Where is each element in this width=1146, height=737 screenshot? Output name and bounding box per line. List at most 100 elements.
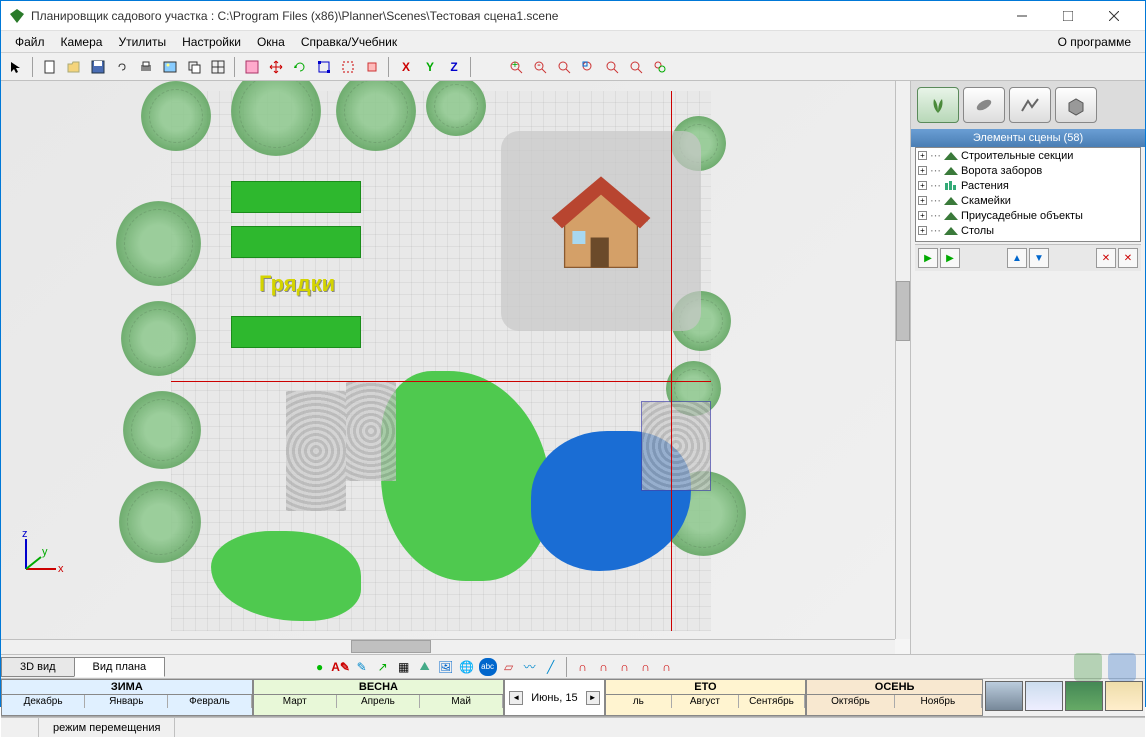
category-tools-tab[interactable] bbox=[963, 87, 1005, 123]
tree-item[interactable]: +⋯Ворота заборов bbox=[916, 163, 1140, 178]
zoom-selected-icon[interactable] bbox=[625, 56, 647, 78]
print-icon[interactable] bbox=[135, 56, 157, 78]
zoom-in-icon[interactable]: + bbox=[505, 56, 527, 78]
season-autumn[interactable]: ОСЕНЬ Октябрь Ноябрь bbox=[806, 679, 983, 716]
rotate-icon[interactable] bbox=[289, 56, 311, 78]
minimize-button[interactable] bbox=[999, 1, 1045, 31]
path-object[interactable] bbox=[286, 391, 346, 511]
link-icon[interactable] bbox=[111, 56, 133, 78]
abc-icon[interactable]: abc bbox=[479, 658, 497, 676]
garden-bed[interactable] bbox=[231, 226, 361, 258]
tree-item[interactable]: +⋯Строительные секции bbox=[916, 148, 1140, 163]
scale-icon[interactable] bbox=[313, 56, 335, 78]
menu-help[interactable]: Справка/Учебник bbox=[293, 32, 405, 52]
garden-bed[interactable] bbox=[231, 316, 361, 348]
grid-icon[interactable] bbox=[207, 56, 229, 78]
tree-item[interactable]: +⋯Растения bbox=[916, 178, 1140, 193]
curve-icon[interactable]: 〰 bbox=[521, 658, 539, 676]
menu-camera[interactable]: Камера bbox=[53, 32, 111, 52]
date-prev-button[interactable]: ◄ bbox=[509, 691, 523, 705]
horizontal-scrollbar[interactable] bbox=[1, 639, 895, 654]
menu-about[interactable]: О программе bbox=[1050, 32, 1139, 52]
tree-object[interactable] bbox=[119, 481, 201, 563]
path-object[interactable] bbox=[641, 401, 711, 491]
delete-button[interactable]: ✕ bbox=[1096, 248, 1116, 268]
tree-object[interactable] bbox=[116, 201, 201, 286]
season-winter[interactable]: ЗИМА Декабрь Январь Февраль bbox=[1, 679, 253, 716]
snap5-icon[interactable]: ∩ bbox=[658, 658, 676, 676]
tree-item[interactable]: +⋯Приусадебные объекты bbox=[916, 208, 1140, 223]
maximize-button[interactable] bbox=[1045, 1, 1091, 31]
shape-icon[interactable]: ▱ bbox=[500, 658, 518, 676]
scene-tree[interactable]: +⋯Строительные секции +⋯Ворота заборов +… bbox=[915, 147, 1141, 242]
category-structures-tab[interactable] bbox=[1009, 87, 1051, 123]
tree-object[interactable] bbox=[141, 81, 211, 151]
main-toolbar: X Y Z + - bbox=[1, 53, 1145, 81]
grid-toggle-icon[interactable]: ▦ bbox=[395, 658, 413, 676]
add-item-button[interactable]: ▶ bbox=[918, 248, 938, 268]
app-icon bbox=[9, 8, 25, 24]
zoom-all-icon[interactable] bbox=[649, 56, 671, 78]
menu-utilities[interactable]: Утилиты bbox=[110, 32, 174, 52]
category-plants-tab[interactable] bbox=[917, 87, 959, 123]
visibility-icon[interactable]: ● bbox=[311, 658, 329, 676]
transform-icon[interactable] bbox=[361, 56, 383, 78]
new-file-icon[interactable] bbox=[39, 56, 61, 78]
path-object[interactable] bbox=[346, 381, 396, 481]
tree-object[interactable] bbox=[123, 391, 201, 469]
photo-icon[interactable]: 🖼 bbox=[437, 658, 455, 676]
current-date: Июнь, 15 bbox=[523, 692, 585, 704]
menu-file[interactable]: Файл bbox=[7, 32, 53, 52]
text-icon[interactable]: A✎ bbox=[332, 658, 350, 676]
menu-windows[interactable]: Окна bbox=[249, 32, 293, 52]
globe-icon[interactable]: 🌐 bbox=[458, 658, 476, 676]
zoom-out-icon[interactable]: - bbox=[529, 56, 551, 78]
menu-settings[interactable]: Настройки bbox=[174, 32, 249, 52]
snap1-icon[interactable]: ∩ bbox=[574, 658, 592, 676]
garden-plot[interactable]: Грядки bbox=[171, 91, 711, 631]
move-icon[interactable] bbox=[265, 56, 287, 78]
zoom-extents-icon[interactable] bbox=[601, 56, 623, 78]
add-item2-button[interactable]: ▶ bbox=[940, 248, 960, 268]
zoom-fit-icon[interactable] bbox=[553, 56, 575, 78]
settings-icon[interactable] bbox=[241, 56, 263, 78]
axis-z-button[interactable]: Z bbox=[443, 56, 465, 78]
tree-object[interactable] bbox=[121, 301, 196, 376]
line-icon[interactable]: ╱ bbox=[542, 658, 560, 676]
axis-y-button[interactable]: Y bbox=[419, 56, 441, 78]
viewport[interactable]: Грядки bbox=[1, 81, 910, 654]
copy-icon[interactable] bbox=[183, 56, 205, 78]
snap2-icon[interactable]: ∩ bbox=[595, 658, 613, 676]
category-materials-tab[interactable] bbox=[1055, 87, 1097, 123]
garden-bed[interactable] bbox=[231, 181, 361, 213]
zoom-region-icon[interactable] bbox=[577, 56, 599, 78]
cursor-tool-icon[interactable] bbox=[5, 56, 27, 78]
date-selector[interactable]: ◄ Июнь, 15 ► bbox=[504, 679, 604, 716]
delete-all-button[interactable]: ✕ bbox=[1118, 248, 1138, 268]
save-file-icon[interactable] bbox=[87, 56, 109, 78]
season-timeline: ЗИМА Декабрь Январь Февраль ВЕСНА Март А… bbox=[1, 679, 1145, 717]
measure-icon[interactable]: ↗ bbox=[374, 658, 392, 676]
date-next-button[interactable]: ► bbox=[586, 691, 600, 705]
terrain-icon[interactable]: ⛰ bbox=[416, 658, 434, 676]
vertical-scrollbar[interactable] bbox=[895, 81, 910, 639]
snap3-icon[interactable]: ∩ bbox=[616, 658, 634, 676]
svg-text:-: - bbox=[537, 60, 541, 71]
select-area-icon[interactable] bbox=[337, 56, 359, 78]
season-summer[interactable]: ЕТО ль Август Сентябрь bbox=[605, 679, 807, 716]
view-plan-tab[interactable]: Вид плана bbox=[74, 657, 166, 677]
move-down-button[interactable]: ▼ bbox=[1029, 248, 1049, 268]
season-spring[interactable]: ВЕСНА Март Апрель Май bbox=[253, 679, 505, 716]
title-bar: Планировщик садового участка : C:\Progra… bbox=[1, 1, 1145, 31]
move-up-button[interactable]: ▲ bbox=[1007, 248, 1027, 268]
close-button[interactable] bbox=[1091, 1, 1137, 31]
open-file-icon[interactable] bbox=[63, 56, 85, 78]
view-3d-tab[interactable]: 3D вид bbox=[1, 657, 75, 677]
axis-x-button[interactable]: X bbox=[395, 56, 417, 78]
tree-item[interactable]: +⋯Столы bbox=[916, 223, 1140, 238]
snap4-icon[interactable]: ∩ bbox=[637, 658, 655, 676]
season-thumbnails bbox=[983, 679, 1145, 716]
image-icon[interactable] bbox=[159, 56, 181, 78]
tree-item[interactable]: +⋯Скамейки bbox=[916, 193, 1140, 208]
layer-icon[interactable]: ✎ bbox=[353, 658, 371, 676]
